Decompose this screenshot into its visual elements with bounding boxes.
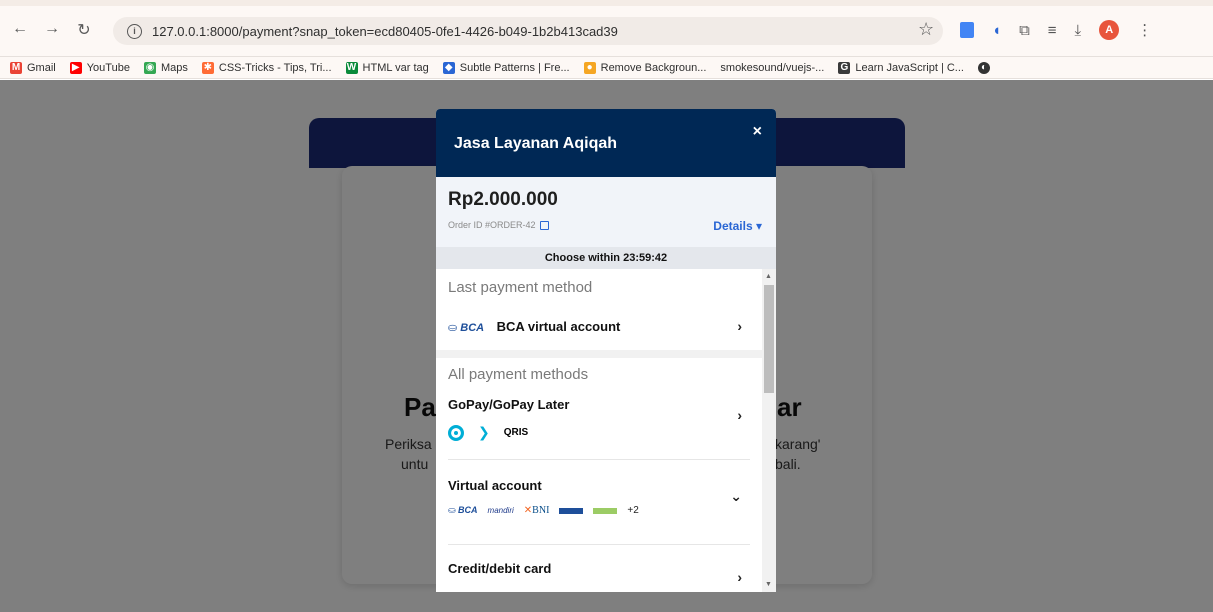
reload-icon[interactable]: ↻ [74,20,94,40]
copy-icon[interactable] [539,220,549,230]
site-info-icon[interactable]: i [127,23,142,39]
close-icon[interactable]: × [753,123,762,141]
remove-bg-icon: ● [583,61,596,74]
countdown-timer: Choose within 23:59:42 [436,247,776,269]
globe-icon: ◐ [977,61,990,74]
reading-list-icon[interactable]: ≡ [1048,22,1057,39]
extension-icon[interactable]: ◖ [992,22,1001,39]
row-divider [448,459,750,460]
bri-logo-icon [559,507,584,514]
last-method-bca[interactable]: ⛀ BCA BCA virtual account › [436,318,762,336]
bookmark-gmail[interactable]: M Gmail [10,61,56,74]
chevron-down-icon: ⌄ [730,488,742,504]
section-divider [436,350,762,358]
bni-logo-icon: ✕BNI [523,505,550,516]
modal-header: Jasa Layanan Aqiqah × [436,109,776,177]
chevron-right-icon: › [737,569,742,585]
more-banks-count: +2 [627,505,639,516]
list-scrollbar[interactable]: ▲ ▼ [762,269,776,592]
scroll-down-icon[interactable]: ▼ [765,581,772,588]
bookmark-remove-bg[interactable]: ● Remove Backgroun... [583,61,706,74]
address-bar[interactable]: i 127.0.0.1:8000/payment?snap_token=ecd8… [113,17,943,45]
menu-kebab-icon[interactable]: ⋮ [1137,21,1152,39]
method-gopay[interactable]: GoPay/GoPay Later › ❯ QRIS [436,397,762,459]
profile-avatar[interactable]: A [1099,20,1120,40]
gmail-icon: M [10,61,22,74]
chevron-right-icon: › [737,407,742,423]
bookmark-star-icon[interactable]: ☆ [918,19,934,40]
total-amount: Rp2.000.000 [448,189,558,210]
all-methods-heading: All payment methods [448,366,589,383]
css-tricks-icon: ✱ [201,61,214,74]
gopay-logos: ❯ QRIS [448,424,750,441]
payment-modal: Jasa Layanan Aqiqah × Rp2.000.000 Order … [436,109,776,592]
scrollbar-thumb[interactable] [764,285,774,393]
bookmarks-bar: M Gmail ▶ YouTube ◉ Maps ✱ CSS-Tricks - Tips… [0,57,1213,79]
bookmark-learn-js[interactable]: G Learn JavaScript | C... [838,61,964,74]
order-id: Order ID #ORDER-42 [448,220,549,230]
w3-icon: W [345,61,358,74]
bookmark-subtle-patterns[interactable]: ◆ Subtle Patterns | Fre... [442,61,570,74]
bookmark-html-var[interactable]: W HTML var tag [345,61,429,74]
qris-logo-icon: QRIS [503,427,529,438]
bookmark-globe[interactable]: ◐ [977,61,990,74]
maps-icon: ◉ [143,61,156,74]
bca-logo-icon: ⛀ BCA [448,322,485,334]
method-virtual-account[interactable]: Virtual account ⌄ ⛀ BCA mandiri ✕BNI +2 [436,478,762,544]
extension-icon[interactable] [960,22,974,38]
url-text: 127.0.0.1:8000/payment?snap_token=ecd804… [152,23,618,39]
extensions-area: ◖ ⧉ ≡ ⤓ A ⋮ [960,20,1152,40]
permata-logo-icon [593,507,618,514]
scroll-up-icon[interactable]: ▲ [765,273,772,280]
gopay-later-icon: ❯ [478,424,490,440]
last-method-heading: Last payment method [448,279,593,296]
row-divider [448,544,750,545]
payment-methods-list: Last payment method ⛀ BCA BCA virtual ac… [436,269,762,592]
gopay-icon [448,424,464,441]
download-icon[interactable]: ⤓ [1075,22,1082,39]
bank-logos: ⛀ BCA mandiri ✕BNI +2 [448,505,750,516]
browser-toolbar: ← → ↻ i 127.0.0.1:8000/payment?snap_toke… [0,0,1213,57]
learn-js-icon: G [838,61,851,74]
merchant-title: Jasa Layanan Aqiqah [454,135,618,152]
tab-strip [0,0,1213,6]
mandiri-logo-icon: mandiri [487,506,514,515]
bca-logo-icon: ⛀ BCA [448,505,478,515]
amount-section: Rp2.000.000 Order ID #ORDER-42 Details ▾ [436,177,776,247]
nav-buttons: ← → ↻ [10,20,94,40]
back-arrow-icon[interactable]: ← [10,20,30,40]
bookmark-smokesound[interactable]: smokesound/vuejs-... [720,62,824,74]
bookmark-youtube[interactable]: ▶ YouTube [69,61,130,74]
subtle-patterns-icon: ◆ [442,61,455,74]
youtube-icon: ▶ [69,61,82,74]
bookmark-maps[interactable]: ◉ Maps [143,61,188,74]
details-toggle[interactable]: Details ▾ [713,219,762,233]
method-credit-card[interactable]: Credit/debit card › [436,561,762,585]
forward-arrow-icon[interactable]: → [42,20,62,40]
bookmark-css-tricks[interactable]: ✱ CSS-Tricks - Tips, Tri... [201,61,332,74]
puzzle-icon[interactable]: ⧉ [1019,22,1030,39]
chevron-right-icon: › [737,318,742,334]
